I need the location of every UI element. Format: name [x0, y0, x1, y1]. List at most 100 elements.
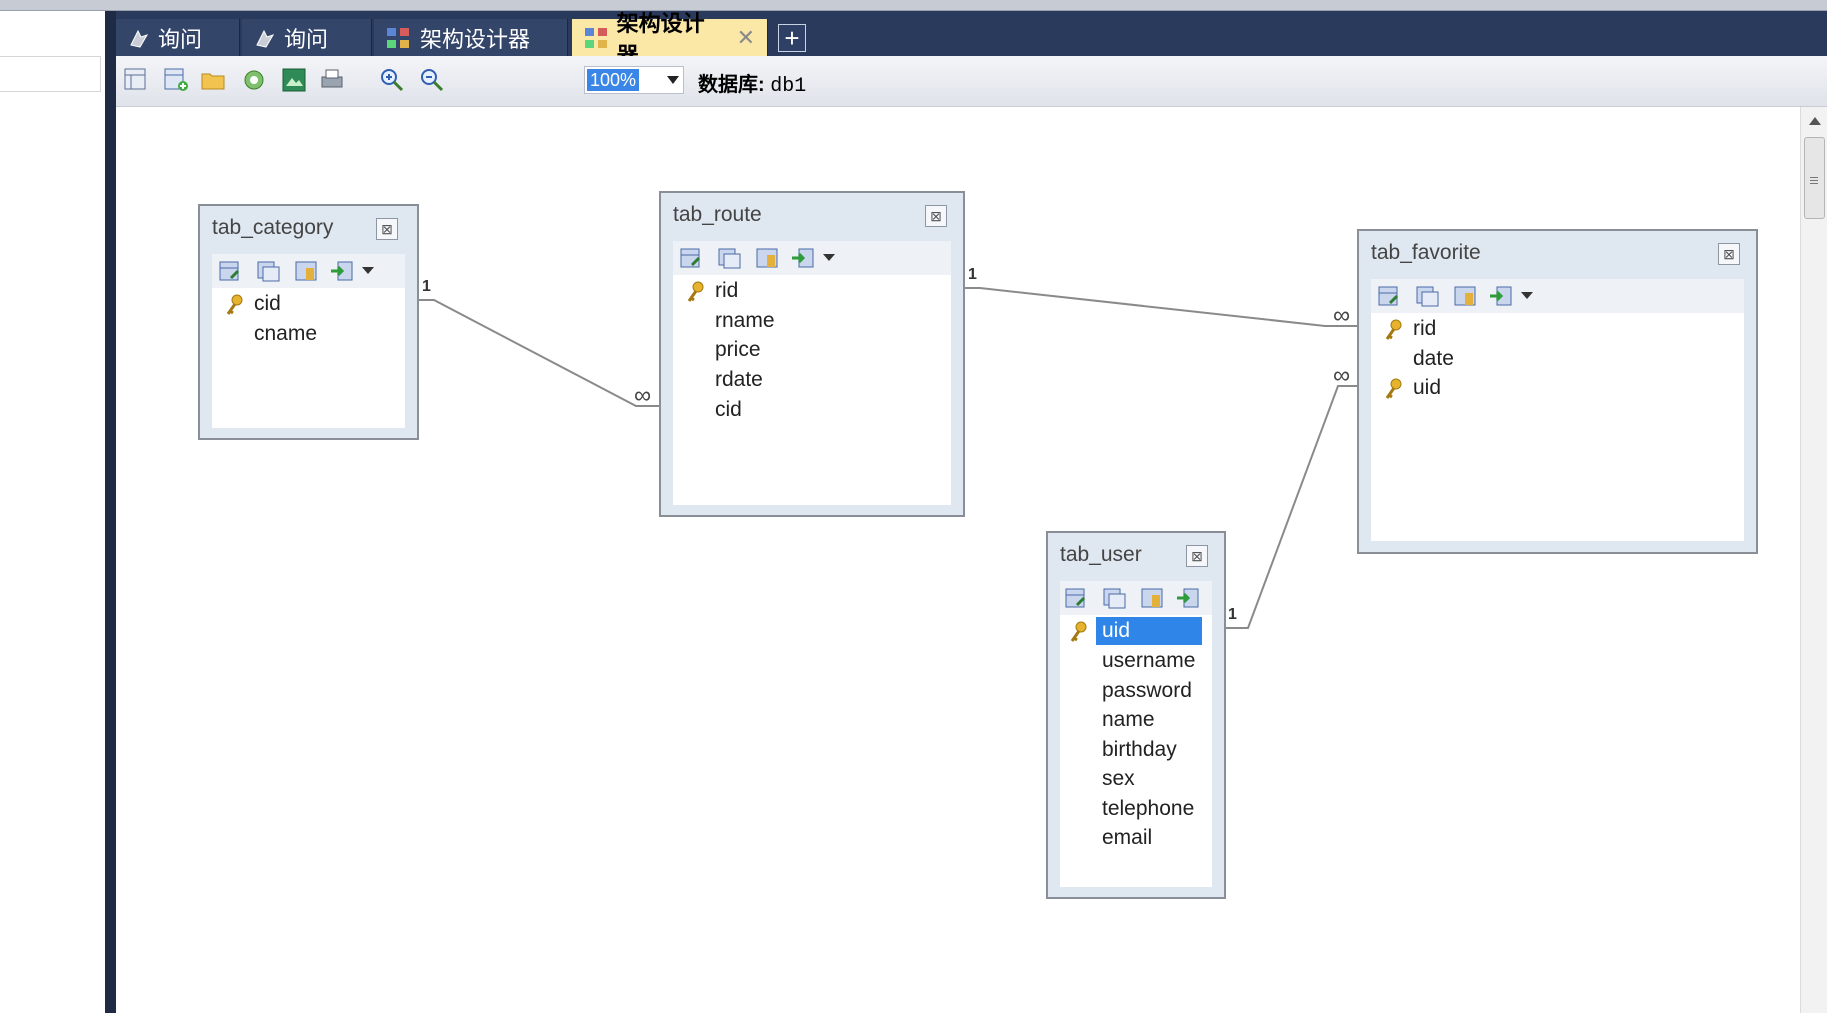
field-row[interactable]: name [1060, 706, 1212, 734]
edit-table-icon[interactable] [218, 260, 242, 282]
scroll-up-icon[interactable] [1809, 117, 1821, 125]
field-row[interactable]: password [1060, 677, 1212, 705]
edit-table-icon[interactable] [1377, 285, 1401, 307]
chevron-down-icon[interactable] [823, 254, 835, 261]
field-name: rid [1413, 317, 1437, 340]
field-row[interactable]: cid [673, 396, 951, 424]
primary-key-icon [226, 294, 243, 315]
table-title: tab_favorite [1371, 241, 1481, 264]
tab-label: 询问 [158, 26, 203, 52]
chevron-down-icon[interactable] [362, 267, 374, 274]
field-row[interactable]: price [673, 336, 951, 364]
primary-key-icon [687, 281, 704, 302]
tab-query-2[interactable]: 询问 [242, 19, 372, 56]
field-row[interactable]: telephone [1060, 795, 1212, 823]
insert-field-icon[interactable] [1489, 285, 1513, 307]
close-table-icon[interactable]: ⊠ [1186, 545, 1208, 567]
field-name: name [1102, 708, 1155, 731]
open-folder-icon[interactable] [200, 66, 228, 94]
table-title: tab_category [212, 216, 334, 239]
explorer-filter-field[interactable] [0, 56, 101, 92]
add-table-icon[interactable] [162, 66, 190, 94]
field-name: password [1102, 679, 1192, 702]
zoom-value: 100% [587, 69, 640, 91]
table-tab-route[interactable]: tab_route ⊠ rid rname price rdate cid [659, 191, 965, 517]
field-name: username [1102, 649, 1196, 672]
table-tab-favorite[interactable]: tab_favorite ⊠ rid date uid [1357, 229, 1758, 554]
field-name: email [1102, 826, 1153, 849]
field-row[interactable]: birthday [1060, 736, 1212, 764]
chevron-down-icon[interactable] [667, 76, 679, 84]
table-toolbar [1371, 279, 1744, 313]
field-name: birthday [1102, 738, 1177, 761]
edit-table-icon[interactable] [1064, 587, 1088, 609]
insert-field-icon[interactable] [1176, 587, 1200, 609]
pane-splitter[interactable] [105, 11, 116, 1013]
close-table-icon[interactable]: ⊠ [925, 205, 947, 227]
field-name: cid [715, 398, 742, 421]
field-row[interactable]: username [1060, 647, 1212, 675]
table-body: rid rname price rdate cid [673, 241, 951, 505]
close-table-icon[interactable]: ⊠ [376, 218, 398, 240]
field-row[interactable]: sex [1060, 765, 1212, 793]
query-icon [256, 29, 275, 48]
new-table-icon[interactable] [122, 66, 150, 94]
chevron-down-icon[interactable] [1521, 292, 1533, 299]
tab-schema-designer-1[interactable]: 架构设计器 [374, 19, 568, 56]
window-top-strip [0, 0, 1827, 11]
tab-query-1[interactable]: 询问 [116, 19, 240, 56]
field-row[interactable]: date [1371, 345, 1744, 373]
query-icon [130, 29, 149, 48]
close-table-icon[interactable]: ⊠ [1718, 243, 1740, 265]
scroll-grip-icon [1810, 177, 1818, 178]
table-keys-icon[interactable] [755, 247, 779, 269]
field-row[interactable]: rdate [673, 366, 951, 394]
field-row[interactable]: rname [673, 307, 951, 335]
field-name: rdate [715, 368, 763, 391]
insert-field-icon[interactable] [330, 260, 354, 282]
schema-designer-icon [387, 27, 409, 48]
table-body: rid date uid [1371, 279, 1744, 541]
database-indicator: 数据库: db1 [698, 68, 806, 98]
table-tab-user[interactable]: tab_user ⊠ uid username password name bi… [1046, 531, 1226, 899]
primary-key-icon [1070, 621, 1087, 642]
zoom-in-icon[interactable] [378, 66, 406, 94]
zoom-select[interactable]: 100% [584, 66, 684, 94]
table-keys-icon[interactable] [1453, 285, 1477, 307]
zoom-out-icon[interactable] [418, 66, 446, 94]
table-body: uid username password name birthday sex … [1060, 581, 1212, 887]
edit-table-icon[interactable] [679, 247, 703, 269]
field-name: telephone [1102, 797, 1195, 820]
add-tab-button[interactable]: + [778, 23, 806, 53]
close-tab-icon[interactable]: ✕ [737, 25, 755, 51]
copy-table-icon[interactable] [717, 247, 741, 269]
field-row[interactable]: rid [673, 277, 951, 305]
tab-label: 询问 [284, 26, 329, 52]
field-row[interactable]: email [1060, 824, 1212, 852]
cardinality-one: 1 [1228, 606, 1237, 623]
field-row[interactable]: uid [1371, 374, 1744, 402]
field-row[interactable]: rid [1371, 315, 1744, 343]
copy-table-icon[interactable] [256, 260, 280, 282]
table-keys-icon[interactable] [294, 260, 318, 282]
print-icon[interactable] [318, 66, 346, 94]
table-toolbar [673, 241, 951, 275]
field-row[interactable]: cname [212, 320, 405, 348]
vertical-scrollbar[interactable] [1800, 107, 1827, 1013]
export-image-icon[interactable] [280, 66, 308, 94]
tab-schema-designer-2[interactable]: 架构设计器 ✕ [572, 11, 768, 68]
database-label: 数据库: [698, 74, 765, 96]
refresh-icon[interactable] [240, 66, 268, 94]
table-title: tab_route [673, 203, 762, 226]
table-tab-category[interactable]: tab_category ⊠ cid cname [198, 204, 419, 440]
copy-table-icon[interactable] [1102, 587, 1126, 609]
primary-key-icon [1385, 319, 1402, 340]
table-toolbar [1060, 581, 1212, 615]
scroll-thumb[interactable] [1804, 137, 1825, 219]
field-row[interactable]: cid [212, 290, 405, 318]
insert-field-icon[interactable] [791, 247, 815, 269]
field-row-selected[interactable]: uid [1060, 617, 1212, 645]
copy-table-icon[interactable] [1415, 285, 1439, 307]
table-body: cid cname [212, 254, 405, 428]
table-keys-icon[interactable] [1140, 587, 1164, 609]
